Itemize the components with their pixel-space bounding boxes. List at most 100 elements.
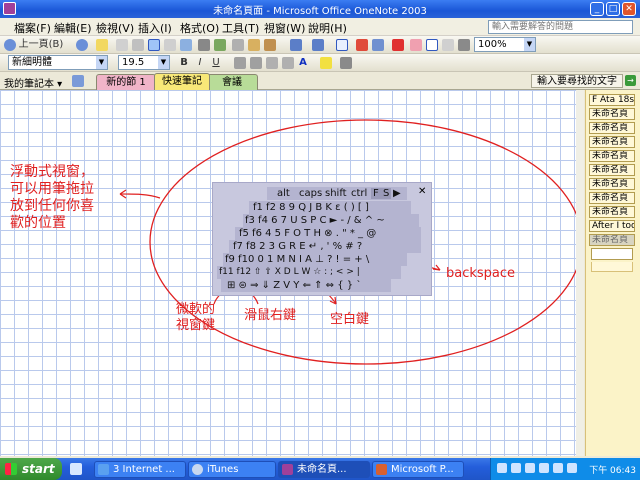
subpage-icon[interactable] xyxy=(132,39,144,51)
undo-icon[interactable] xyxy=(290,39,302,51)
copy-icon[interactable] xyxy=(248,39,260,51)
new-subpage-button[interactable] xyxy=(591,262,633,272)
menu-insert[interactable]: 插入(I) xyxy=(138,20,172,36)
forward-icon[interactable] xyxy=(76,39,88,51)
pen-icon[interactable] xyxy=(164,39,176,51)
task-internet-explorer[interactable]: 3 Internet ... xyxy=(94,461,186,478)
page-tab-5[interactable]: 未命名頁 xyxy=(589,150,635,162)
keyboard-row-5[interactable]: f9 f10 0 1 M N I A ⊥ ? ! = + \ xyxy=(225,254,369,268)
redo-icon[interactable] xyxy=(312,39,324,51)
format-options-icon[interactable] xyxy=(340,57,352,69)
tray-network-icon[interactable] xyxy=(511,463,521,473)
tab-quick-notes[interactable]: 快速筆記 xyxy=(154,73,210,90)
page-tab-9[interactable]: 未命名頁 xyxy=(589,206,635,218)
todo-flag-icon[interactable] xyxy=(336,39,348,51)
highlighter-icon[interactable] xyxy=(320,57,332,69)
page-icon[interactable] xyxy=(116,39,128,51)
search-input[interactable]: 輸入要尋找的文字 xyxy=(531,74,623,88)
highlight-icon[interactable] xyxy=(356,39,368,51)
task-itunes[interactable]: iTunes xyxy=(188,461,276,478)
page-tab-1[interactable]: F Ata 18st' xyxy=(589,94,635,106)
key-next[interactable]: ▶ xyxy=(393,188,401,199)
tray-keyboard-icon[interactable] xyxy=(567,463,577,473)
tray-volume-icon[interactable] xyxy=(525,463,535,473)
menu-format[interactable]: 格式(O) xyxy=(180,20,219,36)
delete-icon[interactable] xyxy=(442,39,454,51)
rule-lines-icon[interactable] xyxy=(148,39,160,51)
font-combo[interactable]: 新細明體 ▼ xyxy=(8,55,108,70)
keyboard-row-3[interactable]: f5 f6 4 5 F O T H ⊗ . " * _ @ xyxy=(239,228,376,242)
page-tab-4[interactable]: 未命名頁 xyxy=(589,136,635,148)
task-powerpoint[interactable]: Microsoft P... xyxy=(372,461,464,478)
numbering-icon[interactable] xyxy=(234,57,246,69)
onenote-app-icon[interactable] xyxy=(3,2,16,15)
pen-color-icon[interactable] xyxy=(392,39,404,51)
move-icon[interactable] xyxy=(458,39,470,51)
chevron-down-icon[interactable]: ▼ xyxy=(96,56,107,69)
tab-section-1[interactable]: 新的節 1 xyxy=(96,74,156,90)
keyboard-row-4[interactable]: f7 f8 2 3 G R E ↵ , ' % # ? xyxy=(233,241,362,255)
keyboard-row-2[interactable]: f3 f4 6 7 U S P C ► - / & ^ ~ xyxy=(245,215,385,229)
close-button[interactable]: ✕ xyxy=(622,2,636,16)
key-f[interactable]: F xyxy=(371,188,381,199)
paste-icon[interactable] xyxy=(264,39,276,51)
indent-decrease-icon[interactable] xyxy=(266,57,278,69)
page-tab-6[interactable]: 未命名頁 xyxy=(589,164,635,176)
quicklaunch-desktop-icon[interactable] xyxy=(70,463,82,475)
menu-tools[interactable]: 工具(T) xyxy=(222,20,259,36)
chevron-down-icon[interactable]: ▼ xyxy=(158,56,169,69)
menu-edit[interactable]: 編輯(E) xyxy=(54,20,92,36)
search-go-icon[interactable]: → xyxy=(625,75,636,86)
tray-security-icon[interactable] xyxy=(539,463,549,473)
underline-icon[interactable]: U xyxy=(210,56,222,70)
vertical-scrollbar[interactable] xyxy=(576,90,584,456)
maximize-button[interactable]: □ xyxy=(606,2,620,16)
minimize-button[interactable]: _ xyxy=(590,2,604,16)
eraser-icon[interactable] xyxy=(410,39,422,51)
menu-help[interactable]: 說明(H) xyxy=(308,20,347,36)
font-color-icon[interactable]: A xyxy=(296,56,310,70)
keyboard-row-7[interactable]: ⊞ ⊜ ⇒ ⇓ Z V Y ⇐ ⇑ ⇔ { } ` xyxy=(227,280,361,294)
print-icon[interactable] xyxy=(198,39,210,51)
selection-tool-icon[interactable] xyxy=(426,39,438,51)
keyboard-row-6[interactable]: f11 f12 ⇧ ⇧ X D L W ☆ : ; < > | xyxy=(219,267,360,281)
note-flag-icon[interactable] xyxy=(96,39,108,51)
menu-file[interactable]: 檔案(F) xyxy=(14,20,51,36)
floating-keyboard[interactable]: alt caps shift ctrl F S ▶ ✕ f1 f2 8 9 Q … xyxy=(212,182,432,296)
help-question-input[interactable]: 輸入需要解答的問題 xyxy=(488,20,633,34)
menu-view[interactable]: 檢視(V) xyxy=(96,20,134,36)
chevron-down-icon[interactable]: ▼ xyxy=(524,38,535,51)
notebook-icon[interactable] xyxy=(72,75,84,87)
bold-icon[interactable]: B xyxy=(178,56,190,70)
italic-icon[interactable]: I xyxy=(194,56,206,70)
new-page-button[interactable] xyxy=(591,248,633,260)
page-tab-11[interactable]: 未命名頁 xyxy=(589,234,635,246)
menu-window[interactable]: 視窗(W) xyxy=(264,20,305,36)
title-bar[interactable]: 未命名頁面 - Microsoft Office OneNote 2003 _ … xyxy=(0,0,640,18)
bullets-icon[interactable] xyxy=(250,57,262,69)
page-tab-7[interactable]: 未命名頁 xyxy=(589,178,635,190)
key-ctrl[interactable]: ctrl xyxy=(351,188,367,199)
back-button[interactable]: 上一頁(B) xyxy=(18,38,64,52)
preview-icon[interactable] xyxy=(214,39,226,51)
keyboard-row-1[interactable]: f1 f2 8 9 Q J B K ε ( ) [ ] xyxy=(253,202,369,216)
cut-icon[interactable] xyxy=(232,39,244,51)
page-tab-2[interactable]: 未命名頁 xyxy=(589,108,635,120)
key-caps[interactable]: caps xyxy=(299,188,322,199)
record-icon[interactable] xyxy=(372,39,384,51)
page-tab-8[interactable]: 未命名頁 xyxy=(589,192,635,204)
back-icon[interactable] xyxy=(4,39,16,51)
page-tab-3[interactable]: 未命名頁 xyxy=(589,122,635,134)
key-alt[interactable]: alt xyxy=(277,188,290,199)
select-icon[interactable] xyxy=(180,39,192,51)
indent-increase-icon[interactable] xyxy=(282,57,294,69)
tab-meetings[interactable]: 會議 xyxy=(206,74,258,90)
start-button[interactable]: start xyxy=(0,458,62,480)
page-tab-10[interactable]: After I too xyxy=(589,220,635,232)
tray-rotate-icon[interactable] xyxy=(553,463,563,473)
task-onenote[interactable]: 未命名頁... xyxy=(278,461,370,478)
keyboard-close-icon[interactable]: ✕ xyxy=(418,186,426,197)
font-size-combo[interactable]: 19.5 ▼ xyxy=(118,55,170,70)
tray-pen-icon[interactable] xyxy=(497,463,507,473)
key-s[interactable]: S xyxy=(381,188,392,199)
